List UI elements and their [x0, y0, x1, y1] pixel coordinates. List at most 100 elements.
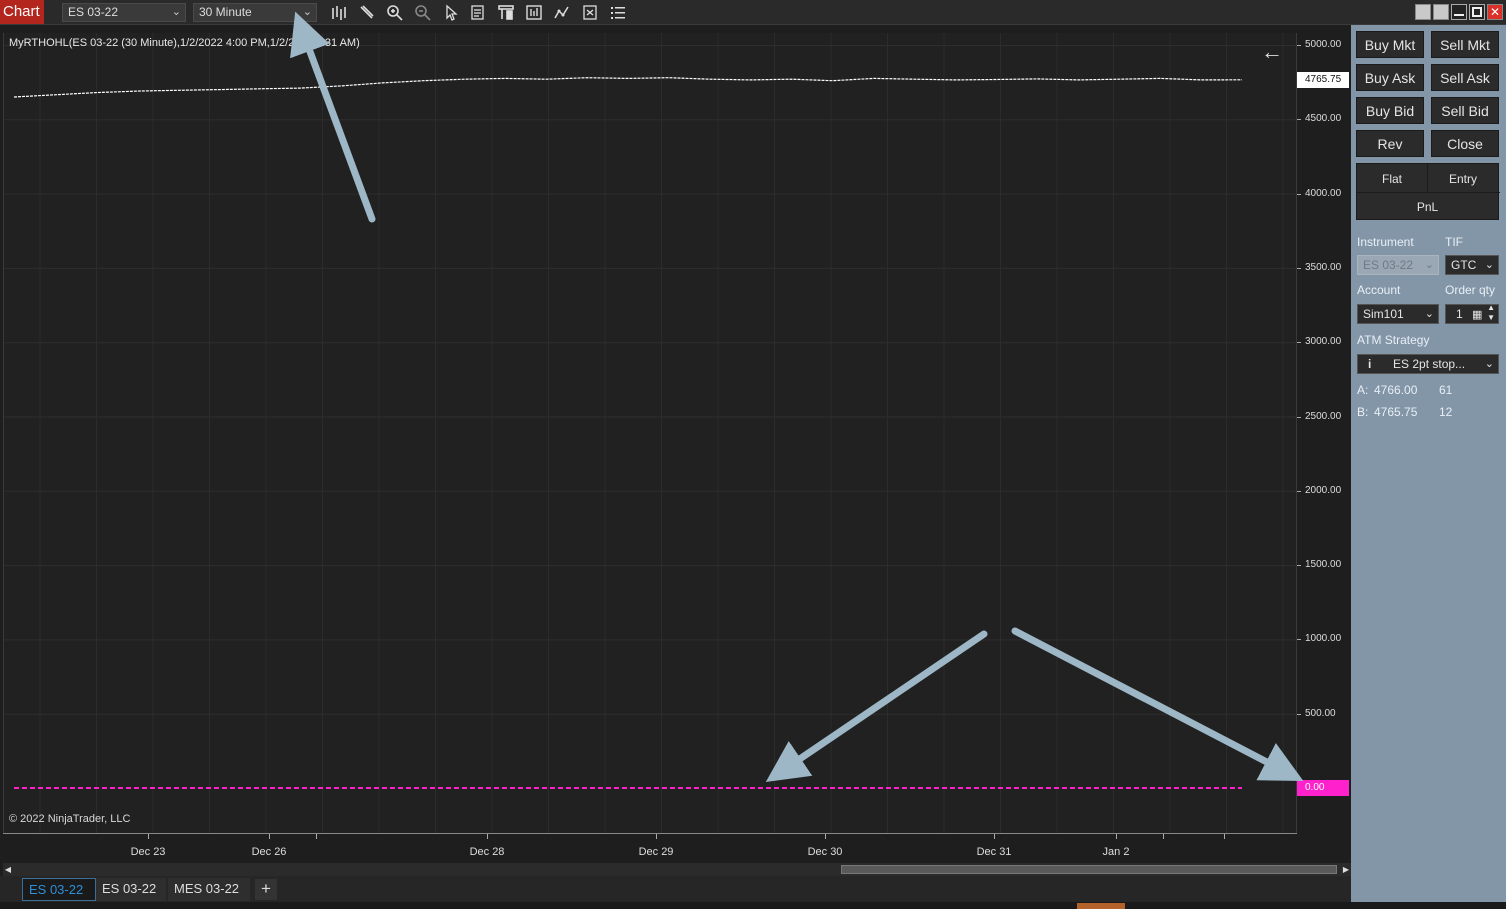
- time-tick-mark: [825, 834, 826, 839]
- price-tick-label: 4000.00: [1305, 187, 1342, 199]
- zoom-out-icon[interactable]: [413, 3, 433, 22]
- price-tick-mark: [1297, 193, 1301, 195]
- time-tick-mark: [1116, 834, 1117, 839]
- minimize-icon[interactable]: [1451, 4, 1467, 20]
- price-tick-mark: [1297, 416, 1301, 418]
- instrument-label: Instrument: [1357, 235, 1414, 249]
- order-qty-input[interactable]: 1 ▦ ▲ ▼: [1445, 303, 1499, 324]
- time-tick-label: Dec 29: [638, 846, 674, 858]
- indicator-label: MyRTHOHL(ES 03-22 (30 Minute),1/2/2022 4…: [9, 37, 360, 49]
- bid-price: 4765.75: [1374, 405, 1418, 419]
- atm-strategy-label: ATM Strategy: [1357, 333, 1430, 347]
- price-tick-mark: [1297, 565, 1301, 567]
- properties-icon[interactable]: [580, 3, 600, 22]
- price-axis[interactable]: 5000.00 4500.00 4000.00 3500.00 3000.00 2500.…: [1297, 33, 1351, 833]
- object-list-icon[interactable]: [608, 3, 628, 22]
- price-tick-label: 500.00: [1305, 707, 1336, 719]
- tab-es-03-22[interactable]: ES 03-22: [96, 878, 166, 901]
- chart-trader-icon[interactable]: [496, 3, 516, 22]
- add-tab-button[interactable]: +: [255, 879, 277, 900]
- price-tick-label: 3000.00: [1305, 336, 1342, 348]
- chevron-down-icon: ⌄: [1424, 259, 1434, 271]
- atm-strategy-select[interactable]: i ES 2pt stop... ⌄: [1357, 354, 1499, 374]
- price-tick-label: 1500.00: [1305, 559, 1342, 571]
- zoom-in-icon[interactable]: [385, 3, 405, 22]
- tile-window-icon[interactable]: [1415, 4, 1431, 20]
- price-tick-label: 2500.00: [1305, 410, 1342, 422]
- time-tick-label: Dec 30: [807, 846, 843, 858]
- close-icon[interactable]: ✕: [1487, 4, 1503, 20]
- order-qty-label: Order qty: [1445, 283, 1496, 297]
- chart-tab-bar: ES 03-22 ES 03-22 MES 03-22 +: [0, 876, 1351, 902]
- ask-size: 61: [1439, 383, 1453, 397]
- restore-window-icon[interactable]: [1433, 4, 1449, 20]
- entry-label: Entry: [1448, 172, 1477, 186]
- time-tick-mark: [148, 834, 149, 839]
- chevron-down-icon: ⌄: [1424, 308, 1434, 320]
- info-icon[interactable]: i: [1368, 355, 1371, 373]
- position-summary: Flat Entry PnL: [1356, 163, 1500, 220]
- scroll-thumb[interactable]: [841, 865, 1337, 874]
- chart-grid: [4, 33, 1298, 833]
- draw-pencil-icon[interactable]: [357, 3, 377, 22]
- reverse-button[interactable]: Rev: [1356, 130, 1424, 157]
- pnl-divider: [1357, 192, 1500, 193]
- time-tick-mark: [1224, 834, 1225, 839]
- indicators-icon[interactable]: [552, 3, 572, 22]
- instrument-field-value: ES 03-22: [1363, 258, 1414, 272]
- interval-selector[interactable]: 30 Minute ⌄: [193, 3, 317, 22]
- indicator-value-flag: 0.00: [1297, 780, 1349, 796]
- indicator-value: 0.00: [1305, 782, 1325, 793]
- calculator-icon[interactable]: ▦: [1472, 306, 1482, 324]
- left-arrow-icon[interactable]: ←: [1261, 41, 1283, 63]
- time-tick-label: Dec 28: [469, 846, 505, 858]
- ask-label: A:: [1357, 383, 1369, 397]
- close-position-button[interactable]: Close: [1431, 130, 1499, 157]
- tab-es-03-22-active[interactable]: ES 03-22: [22, 878, 96, 901]
- price-chart: [4, 33, 1298, 833]
- chart-panel[interactable]: MyRTHOHL(ES 03-22 (30 Minute),1/2/2022 4…: [3, 33, 1298, 833]
- pointer-icon[interactable]: [441, 3, 461, 22]
- sell-bid-button[interactable]: Sell Bid: [1431, 97, 1499, 124]
- bars-type-icon[interactable]: [329, 3, 349, 22]
- strategies-icon[interactable]: [524, 3, 544, 22]
- instrument-selector[interactable]: ES 03-22 ⌄: [62, 3, 186, 22]
- flat-label: Flat: [1381, 172, 1402, 186]
- tif-select[interactable]: GTC ⌄: [1445, 255, 1499, 275]
- price-tick-mark: [1297, 490, 1301, 492]
- tab-mes-03-22[interactable]: MES 03-22: [168, 878, 250, 901]
- buy-bid-button[interactable]: Buy Bid: [1356, 97, 1424, 124]
- time-axis[interactable]: Dec 23 Dec 26 Dec 28 Dec 29 Dec 30 Dec 31 Jan …: [3, 833, 1297, 861]
- tif-value: GTC: [1451, 258, 1477, 272]
- last-price-flag: 4765.75: [1297, 72, 1349, 88]
- chevron-down-icon: ⌄: [1484, 259, 1494, 271]
- maximize-icon[interactable]: [1469, 4, 1485, 20]
- account-label: Account: [1357, 283, 1401, 297]
- chart-scrollbar[interactable]: ◀ ▶: [3, 863, 1351, 876]
- time-tick-label: Jan 2: [1102, 846, 1130, 858]
- account-select[interactable]: Sim101 ⌄: [1357, 304, 1439, 324]
- price-tick-label: 4500.00: [1305, 113, 1342, 125]
- tif-label: TIF: [1445, 235, 1463, 249]
- sell-market-button[interactable]: Sell Mkt: [1431, 31, 1499, 58]
- ask-price: 4766.00: [1374, 383, 1418, 397]
- scroll-right-icon[interactable]: ▶: [1341, 863, 1351, 876]
- interval-selector-value: 30 Minute: [199, 5, 252, 19]
- instrument-selector-value: ES 03-22: [68, 5, 119, 19]
- chart-toolbar: Chart ES 03-22 ⌄ 30 Minute ⌄ ✕: [0, 0, 1506, 25]
- sell-ask-button[interactable]: Sell Ask: [1431, 64, 1499, 91]
- data-series-icon[interactable]: [468, 3, 488, 22]
- chart-trader-panel: Buy Mkt Sell Mkt Buy Ask Sell Ask Buy Bi…: [1351, 25, 1506, 902]
- buy-ask-button[interactable]: Buy Ask: [1356, 64, 1424, 91]
- price-tick-mark: [1297, 639, 1301, 641]
- ninjatrader-chart-window: Chart ES 03-22 ⌄ 30 Minute ⌄ ✕ MyRTHOHL(…: [0, 0, 1506, 909]
- price-tick-mark: [1297, 119, 1301, 121]
- chart-series: [13, 77, 1243, 789]
- buy-market-button[interactable]: Buy Mkt: [1356, 31, 1424, 58]
- time-tick-label: Dec 23: [130, 846, 166, 858]
- chevron-down-icon: ⌄: [1484, 358, 1494, 370]
- scroll-left-icon[interactable]: ◀: [3, 863, 13, 876]
- spinner-icon[interactable]: ▲ ▼: [1487, 303, 1495, 323]
- price-tick-label: 1000.00: [1305, 633, 1342, 645]
- price-tick-label: 5000.00: [1305, 39, 1342, 50]
